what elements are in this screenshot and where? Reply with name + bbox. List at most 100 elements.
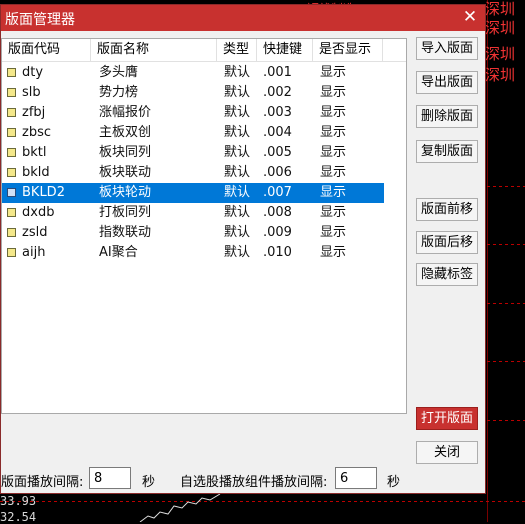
cell-code: bkld xyxy=(22,165,50,180)
chart-grid-line xyxy=(487,361,525,362)
chart-grid-line xyxy=(487,303,525,304)
table-row[interactable]: zbsc 主板双创 默认 .004 显示 xyxy=(2,123,384,143)
bg-text: 深圳 xyxy=(485,19,516,37)
table-row[interactable]: bkld 板块联动 默认 .006 显示 xyxy=(2,163,384,183)
dialog-title: 版面管理器 xyxy=(5,12,75,28)
dialog-titlebar[interactable]: 版面管理器 ✕ xyxy=(1,5,485,31)
cell-shortcut: .007 xyxy=(263,185,292,200)
cell-shortcut: .009 xyxy=(263,225,292,240)
interval-label: 版面播放间隔: xyxy=(1,475,84,490)
layout-icon xyxy=(7,128,16,137)
cell-name: AI聚合 xyxy=(99,245,138,260)
close-button[interactable]: 关闭 xyxy=(416,441,478,464)
table-row[interactable]: bktl 板块同列 默认 .005 显示 xyxy=(2,143,384,163)
cell-type: 默认 xyxy=(224,145,251,160)
cell-shortcut: .008 xyxy=(263,205,292,220)
table-header: 版面代码 版面名称 类型 快捷键 是否显示 xyxy=(2,39,406,62)
cell-shown: 显示 xyxy=(320,65,347,80)
interval-unit: 秒 xyxy=(142,475,156,490)
table-row[interactable]: slb 势力榜 默认 .002 显示 xyxy=(2,83,384,103)
bg-text: 深圳 xyxy=(485,45,516,63)
cell-code: slb xyxy=(22,85,41,100)
layout-icon xyxy=(7,248,16,257)
cell-type: 默认 xyxy=(224,105,251,120)
cell-shortcut: .001 xyxy=(263,65,292,80)
column-header-shown[interactable]: 是否显示 xyxy=(313,39,383,61)
cell-name: 主板双创 xyxy=(99,125,152,140)
chart-grid-line xyxy=(0,501,525,502)
import-layout-button[interactable]: 导入版面 xyxy=(416,37,478,60)
cell-shown: 显示 xyxy=(320,85,347,100)
layout-icon xyxy=(7,68,16,77)
cell-name: 多头膺 xyxy=(99,65,139,80)
export-layout-button[interactable]: 导出版面 xyxy=(416,71,478,94)
table-row[interactable]: dty 多头膺 默认 .001 显示 xyxy=(2,63,384,83)
bg-text: 深圳 xyxy=(485,0,516,18)
layout-table[interactable]: 版面代码 版面名称 类型 快捷键 是否显示 dty 多头膺 默认 .001 显示 slb 势… xyxy=(1,38,407,414)
table-row[interactable]: zfbj 涨幅报价 默认 .003 显示 xyxy=(2,103,384,123)
cell-shortcut: .003 xyxy=(263,105,292,120)
close-icon[interactable]: ✕ xyxy=(461,7,479,27)
column-header-code[interactable]: 版面代码 xyxy=(2,39,91,61)
column-header-shortcut[interactable]: 快捷键 xyxy=(257,39,313,61)
cell-shown: 显示 xyxy=(320,105,347,120)
cell-name: 涨幅报价 xyxy=(99,105,152,120)
layout-icon xyxy=(7,148,16,157)
copy-layout-button[interactable]: 复制版面 xyxy=(416,140,478,163)
cell-shortcut: .004 xyxy=(263,125,292,140)
table-row[interactable]: zsld 指数联动 默认 .009 显示 xyxy=(2,223,384,243)
cell-type: 默认 xyxy=(224,185,251,200)
cell-shown: 显示 xyxy=(320,245,347,260)
column-header-type[interactable]: 类型 xyxy=(217,39,257,61)
cell-code: zfbj xyxy=(22,105,46,120)
cell-code: zbsc xyxy=(22,125,51,140)
hide-tabs-button[interactable]: 隐藏标签 xyxy=(416,263,478,286)
table-row[interactable]: BKLD2 板块轮动 默认 .007 显示 xyxy=(2,183,384,203)
cell-shown: 显示 xyxy=(320,125,347,140)
cell-type: 默认 xyxy=(224,125,251,140)
price-line xyxy=(139,494,221,522)
layout-manager-dialog: 版面管理器 ✕ 版面代码 版面名称 类型 快捷键 是否显示 dty 多头膺 默认 .0… xyxy=(0,4,486,494)
cell-shown: 显示 xyxy=(320,205,347,220)
cell-shown: 显示 xyxy=(320,225,347,240)
layout-icon xyxy=(7,228,16,237)
cell-code: BKLD2 xyxy=(22,185,65,200)
price-label: 33.93 xyxy=(0,494,37,508)
watchlist-interval-input[interactable] xyxy=(335,467,377,489)
move-layout-down-button[interactable]: 版面后移 xyxy=(416,231,478,254)
cell-code: bktl xyxy=(22,145,47,160)
cell-name: 板块轮动 xyxy=(99,185,152,200)
cell-name: 板块同列 xyxy=(99,145,152,160)
cell-type: 默认 xyxy=(224,65,251,80)
cell-name: 势力榜 xyxy=(99,85,139,100)
move-layout-up-button[interactable]: 版面前移 xyxy=(416,198,478,221)
column-header-name[interactable]: 版面名称 xyxy=(91,39,217,61)
cell-type: 默认 xyxy=(224,225,251,240)
cell-shortcut: .006 xyxy=(263,165,292,180)
delete-layout-button[interactable]: 删除版面 xyxy=(416,105,478,128)
cell-shown: 显示 xyxy=(320,185,347,200)
table-row[interactable]: dxdb 打板同列 默认 .008 显示 xyxy=(2,203,384,223)
cell-type: 默认 xyxy=(224,85,251,100)
chart-grid-line xyxy=(487,244,525,245)
layout-icon xyxy=(7,168,16,177)
layout-icon xyxy=(7,88,16,97)
watchlist-interval-unit: 秒 xyxy=(387,475,401,490)
chart-grid-line xyxy=(487,420,525,421)
cell-shortcut: .005 xyxy=(263,145,292,160)
table-row[interactable]: aijh AI聚合 默认 .010 显示 xyxy=(2,243,384,263)
cell-shown: 显示 xyxy=(320,165,347,180)
cell-name: 打板同列 xyxy=(99,205,152,220)
layout-icon xyxy=(7,208,16,217)
cell-type: 默认 xyxy=(224,245,251,260)
open-layout-button[interactable]: 打开版面 xyxy=(416,407,478,430)
layout-icon xyxy=(7,108,16,117)
chart-grid-line xyxy=(487,186,525,187)
cell-type: 默认 xyxy=(224,205,251,220)
cell-name: 指数联动 xyxy=(99,225,152,240)
cell-shortcut: .002 xyxy=(263,85,292,100)
cell-code: zsld xyxy=(22,225,48,240)
cell-code: aijh xyxy=(22,245,46,260)
interval-input[interactable] xyxy=(89,467,131,489)
bg-text: 深圳 xyxy=(485,66,516,84)
